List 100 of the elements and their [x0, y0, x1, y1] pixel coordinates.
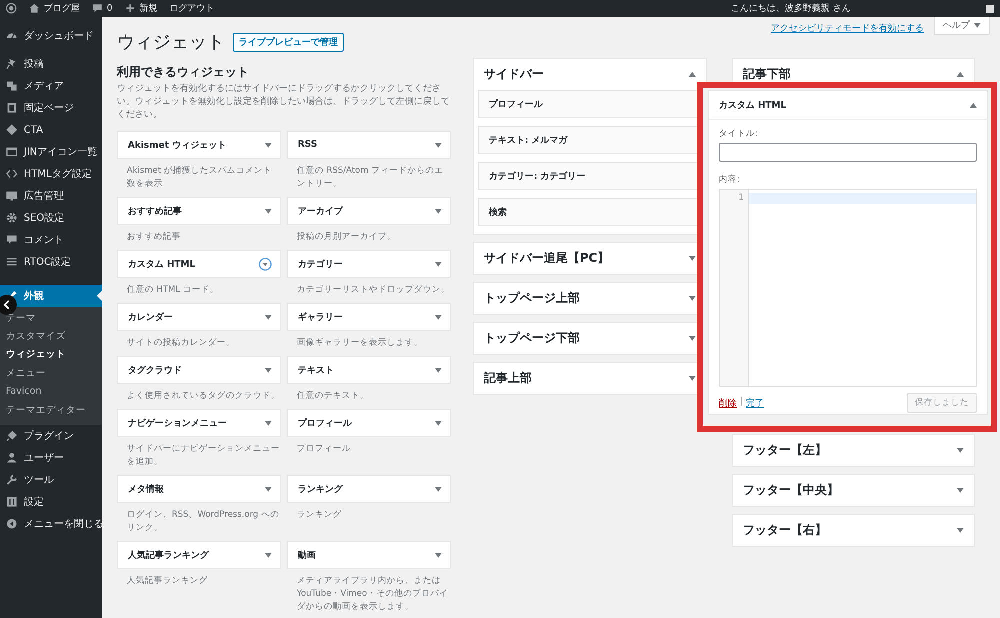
widget-description: 任意の RSS/Atom フィードからのエントリー。 [296, 165, 444, 191]
collapse-arrow-icon[interactable] [957, 72, 964, 77]
sidebar-item[interactable]: ダッシュボード [0, 25, 102, 47]
widget-item[interactable]: 人気記事ランキング [117, 541, 281, 569]
title-input[interactable] [719, 143, 977, 162]
area-header[interactable]: サイドバー [474, 59, 706, 90]
expand-arrow-icon[interactable] [957, 528, 964, 533]
widget-item[interactable]: メタ情報 [117, 475, 281, 503]
sidebar-item[interactable]: SEO設定 [0, 207, 102, 229]
expand-arrow-icon[interactable] [265, 314, 272, 320]
sidebar-item[interactable]: 広告管理 [0, 185, 102, 207]
expand-arrow-icon[interactable] [265, 552, 272, 558]
expand-arrow-icon[interactable] [265, 368, 272, 372]
collapse-arrow-icon[interactable] [689, 72, 696, 77]
sidebar-item[interactable]: 固定ページ [0, 97, 102, 119]
expand-arrow-icon[interactable] [435, 142, 442, 148]
speech-bubble-icon [6, 234, 18, 246]
logout-link[interactable]: ログアウト [170, 2, 215, 15]
widget-item[interactable]: RSS [287, 131, 451, 159]
field-label: 内容: [719, 174, 741, 186]
expand-arrow-icon[interactable] [435, 486, 442, 492]
submenu-item[interactable]: テーマ [0, 309, 102, 328]
widget-description: ログイン、RSS、WordPress.org へのリンク。 [126, 509, 280, 535]
widget-item[interactable]: ギャラリー [287, 303, 451, 331]
area-header[interactable]: トップページ上部 [474, 283, 706, 314]
widget-description: 任意の HTML コード。 [126, 284, 220, 297]
expand-arrow-icon[interactable] [689, 256, 696, 261]
area-header[interactable]: トップページ下部 [474, 323, 706, 354]
submenu-item[interactable]: テーマエディター [0, 400, 102, 420]
area-header[interactable]: 記事下部 [733, 59, 974, 90]
settings-icon [6, 496, 18, 508]
sidebar-item[interactable]: 投稿 [0, 53, 102, 75]
area-header[interactable]: フッター【中央】 [733, 475, 974, 506]
expand-arrow-icon[interactable] [689, 336, 696, 341]
expand-arrow-icon[interactable] [265, 142, 272, 148]
submenu-item[interactable]: カスタマイズ [0, 327, 102, 346]
caret-icon [974, 23, 981, 28]
expand-arrow-icon[interactable] [435, 208, 442, 214]
expand-arrow-icon[interactable] [265, 420, 272, 426]
submenu-item[interactable]: Favicon [0, 382, 102, 401]
logo-icon[interactable] [6, 3, 17, 14]
sidebar-item[interactable]: メディア [0, 75, 102, 97]
widget-item[interactable]: テキスト [287, 356, 451, 384]
widget-item[interactable]: カテゴリー [287, 250, 451, 278]
account-link[interactable]: こんにちは、波多野義親 さん [731, 2, 974, 15]
area-header[interactable]: フッター【右】 [733, 515, 974, 546]
widget-item[interactable]: ランキング [287, 475, 451, 503]
link-separator: | [740, 396, 744, 408]
new-link[interactable]: 新規 [124, 2, 158, 15]
expand-arrow-icon[interactable] [689, 376, 696, 381]
widget-item[interactable]: ナビゲーションメニュー [117, 409, 281, 437]
expand-arrow-icon[interactable] [435, 420, 442, 426]
sidebar-item[interactable]: 外観 [0, 285, 102, 307]
expand-arrow-icon[interactable] [435, 552, 442, 558]
widget-item[interactable]: Akismet ウィジェット [117, 131, 281, 159]
sidebar-item[interactable]: ツール [0, 469, 102, 492]
done-link[interactable]: 完了 [746, 396, 764, 410]
sidebar-item[interactable]: 設定 [0, 491, 102, 514]
expand-arrow-icon[interactable] [957, 488, 964, 493]
expand-arrow-icon[interactable] [265, 486, 272, 492]
expand-arrow-icon[interactable] [435, 314, 442, 320]
avatar-icon[interactable] [986, 4, 994, 12]
person-icon [6, 452, 18, 464]
area-header[interactable]: サイドバー追尾【PC】 [474, 243, 706, 274]
accessibility-link[interactable]: アクセシビリティモードを有効にする [771, 22, 924, 35]
gear-icon [6, 212, 18, 224]
widget-item[interactable]: カレンダー [117, 303, 281, 331]
help-button[interactable]: ヘルプ [934, 17, 990, 35]
widget-item[interactable]: プロフィール [287, 409, 451, 437]
widget-item[interactable]: おすすめ記事 [117, 197, 281, 225]
expand-arrow-icon[interactable] [689, 296, 696, 301]
sidebar-item[interactable]: プラグイン [0, 425, 102, 448]
submenu-item[interactable]: ウィジェット [0, 346, 102, 364]
area-header[interactable]: フッター【左】 [733, 435, 974, 466]
delete-link[interactable]: 削除 [719, 396, 737, 410]
sidebar-item[interactable]: ユーザー [0, 447, 102, 470]
sidebar-item[interactable]: CTA [0, 119, 102, 141]
sidebar-item[interactable]: HTMLタグ設定 [0, 163, 102, 185]
expand-arrow-icon[interactable] [957, 448, 964, 453]
widget-description: おすすめ記事 [126, 231, 182, 244]
section-heading: 利用できるウィジェット [117, 64, 250, 80]
widget-item[interactable]: 動画 [287, 541, 451, 569]
expand-arrow-icon[interactable] [435, 262, 442, 266]
live-preview-button[interactable]: ライブプレビューで管理 [233, 32, 344, 52]
submenu-item[interactable]: メニュー [0, 364, 102, 383]
expand-arrow-icon[interactable] [435, 368, 442, 372]
widget-description: 任意のテキスト。 [296, 390, 370, 403]
area-header[interactable]: 記事上部 [474, 363, 706, 394]
collapse-arrow-icon[interactable] [970, 102, 977, 108]
widget-item[interactable]: タグクラウド [117, 356, 281, 384]
comments-link[interactable]: 0 [92, 3, 113, 14]
sidebar-item[interactable]: RTOC設定 [0, 251, 102, 273]
expand-arrow-icon[interactable] [265, 208, 272, 214]
site-link[interactable]: ブログ屋 [29, 2, 80, 15]
sidebar-item[interactable]: JINアイコン一覧 [0, 141, 102, 163]
sidebar-item[interactable]: コメント [0, 229, 102, 251]
widget-item[interactable]: アーカイブ [287, 197, 451, 225]
widget-item[interactable]: カスタム HTML [117, 250, 281, 278]
field-label: タイトル: [719, 128, 759, 140]
panel-header[interactable]: カスタム HTML [709, 91, 987, 120]
